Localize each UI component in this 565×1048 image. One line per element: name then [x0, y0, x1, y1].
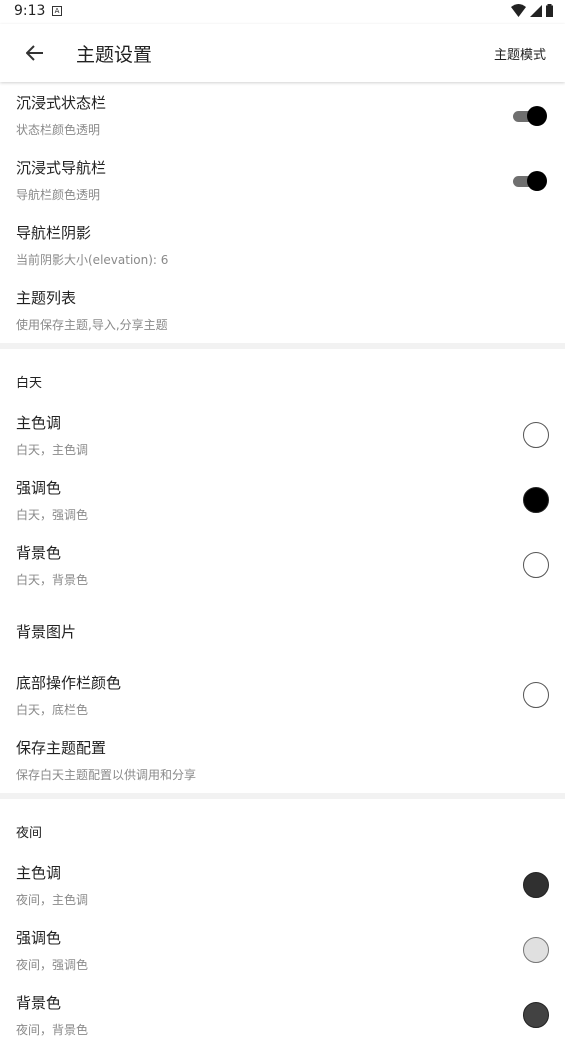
item-subtitle: 白天，主色调 — [16, 443, 89, 457]
setting-day-primary-color[interactable]: 主色调 白天，主色调 — [0, 403, 565, 468]
setting-immersive-nav-bar[interactable]: 沉浸式导航栏 导航栏颜色透明 — [0, 148, 565, 213]
color-swatch[interactable] — [523, 937, 549, 963]
status-icons — [511, 4, 553, 17]
item-title: 主题列表 — [16, 289, 77, 307]
item-title: 背景图片 — [16, 623, 77, 641]
item-title: 沉浸式状态栏 — [16, 94, 107, 112]
setting-nav-bar-shadow[interactable]: 导航栏阴影 当前阴影大小(elevation): 6 — [0, 213, 565, 278]
section-header-night: 夜间 — [0, 799, 565, 853]
section-header-day: 白天 — [0, 349, 565, 403]
item-subtitle: 夜间，强调色 — [16, 958, 89, 972]
setting-day-accent-color[interactable]: 强调色 白天，强调色 — [0, 468, 565, 533]
setting-night-primary-color[interactable]: 主色调 夜间，主色调 — [0, 853, 565, 918]
item-subtitle: 状态栏颜色透明 — [16, 123, 101, 137]
item-title: 背景色 — [16, 544, 62, 562]
item-title: 强调色 — [16, 479, 62, 497]
section-label: 夜间 — [16, 826, 43, 841]
item-subtitle: 导航栏颜色透明 — [16, 188, 101, 202]
color-swatch[interactable] — [523, 422, 549, 448]
setting-day-save-theme[interactable]: 保存主题配置 保存白天主题配置以供调用和分享 — [0, 728, 565, 793]
setting-night-background-color[interactable]: 背景色 夜间，背景色 — [0, 983, 565, 1048]
setting-day-background-image[interactable]: 背景图片 — [0, 598, 565, 663]
item-title: 主色调 — [16, 414, 62, 432]
item-subtitle: 保存白天主题配置以供调用和分享 — [16, 768, 197, 782]
item-subtitle: 白天，底栏色 — [16, 703, 89, 717]
notification-icon: A — [52, 6, 62, 16]
arrow-back-icon — [26, 45, 43, 61]
page-title: 主题设置 — [76, 44, 153, 66]
theme-mode-button[interactable]: 主题模式 — [494, 44, 546, 63]
color-swatch[interactable] — [523, 1002, 549, 1028]
item-title: 强调色 — [16, 929, 62, 947]
item-subtitle: 当前阴影大小(elevation): 6 — [16, 253, 169, 267]
item-title: 沉浸式导航栏 — [16, 159, 107, 177]
signal-icon — [530, 4, 542, 17]
setting-day-bottom-bar-color[interactable]: 底部操作栏颜色 白天，底栏色 — [0, 663, 565, 728]
item-subtitle: 使用保存主题,导入,分享主题 — [16, 318, 168, 332]
item-subtitle: 白天，强调色 — [16, 508, 89, 522]
item-subtitle: 夜间，主色调 — [16, 893, 89, 907]
battery-icon — [546, 4, 553, 17]
item-title: 主色调 — [16, 864, 62, 882]
toggle-switch[interactable] — [513, 170, 547, 192]
item-title: 保存主题配置 — [16, 739, 107, 757]
item-subtitle: 夜间，背景色 — [16, 1023, 89, 1037]
color-swatch[interactable] — [523, 487, 549, 513]
wifi-icon — [511, 4, 526, 17]
color-swatch[interactable] — [523, 872, 549, 898]
setting-night-accent-color[interactable]: 强调色 夜间，强调色 — [0, 918, 565, 983]
setting-day-background-color[interactable]: 背景色 白天，背景色 — [0, 533, 565, 598]
settings-list: 沉浸式状态栏 状态栏颜色透明 沉浸式导航栏 导航栏颜色透明 导航栏阴影 当前阴影… — [0, 83, 565, 1048]
section-label: 白天 — [16, 376, 43, 391]
setting-theme-list[interactable]: 主题列表 使用保存主题,导入,分享主题 — [0, 278, 565, 343]
status-time: 9:13 — [14, 3, 46, 19]
color-swatch[interactable] — [523, 552, 549, 578]
toggle-switch[interactable] — [513, 105, 547, 127]
item-subtitle: 白天，背景色 — [16, 573, 89, 587]
status-bar: 9:13 A — [0, 0, 565, 24]
item-title: 背景色 — [16, 994, 62, 1012]
item-title: 底部操作栏颜色 — [16, 674, 122, 692]
app-bar: 主题设置 主题模式 — [0, 24, 565, 82]
color-swatch[interactable] — [523, 682, 549, 708]
setting-immersive-status-bar[interactable]: 沉浸式状态栏 状态栏颜色透明 — [0, 83, 565, 148]
item-title: 导航栏阴影 — [16, 224, 92, 242]
back-button[interactable] — [20, 38, 50, 68]
